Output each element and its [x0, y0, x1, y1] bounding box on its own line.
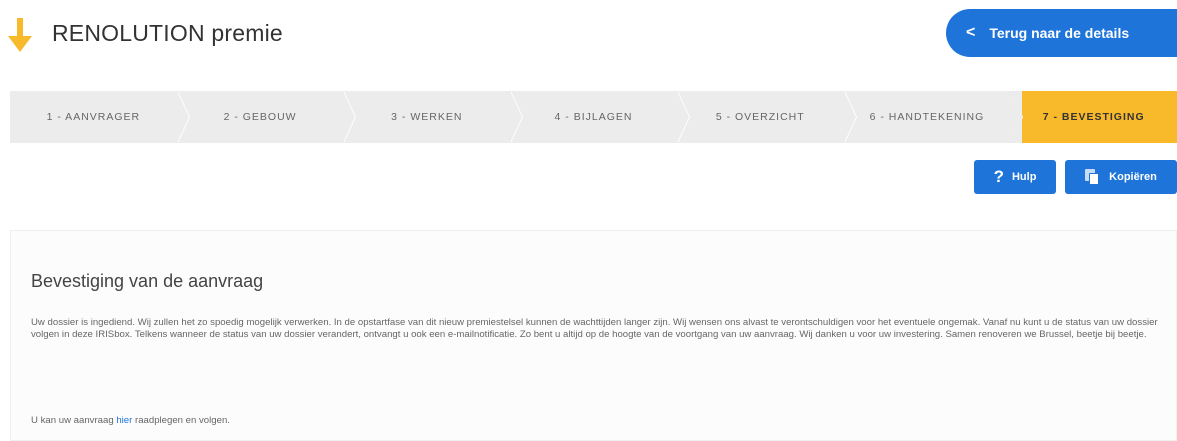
copy-label: Kopiëren: [1109, 171, 1157, 183]
step-label: 4 - BIJLAGEN: [554, 111, 633, 123]
footer-text: U kan uw aanvraag: [31, 415, 117, 426]
step-bevestiging[interactable]: 7 - BEVESTIGING: [1010, 91, 1177, 143]
view-application-link[interactable]: hier: [116, 415, 132, 426]
progress-stepper: 1 - AANVRAGER 2 - GEBOUW 3 - WERKEN 4 - …: [10, 91, 1177, 143]
step-gebouw[interactable]: 2 - GEBOUW: [177, 91, 357, 143]
page-header: RENOLUTION premie < Terug naar de detail…: [0, 0, 1177, 75]
step-label: 1 - AANVRAGER: [46, 111, 141, 123]
step-label: 6 - HANDTEKENING: [869, 111, 985, 123]
step-overzicht[interactable]: 5 - OVERZICHT: [677, 91, 857, 143]
step-werken[interactable]: 3 - WERKEN: [343, 91, 523, 143]
step-divider: [1010, 91, 1023, 143]
step-handtekening[interactable]: 6 - HANDTEKENING: [844, 91, 1024, 143]
confirmation-footer: U kan uw aanvraag hier raadplegen en vol…: [31, 415, 1166, 427]
copy-button[interactable]: Kopiëren: [1065, 160, 1177, 194]
confirmation-card: Bevestiging van de aanvraag Uw dossier i…: [10, 230, 1177, 441]
chevron-left-icon: <: [966, 24, 976, 41]
back-button-label: Terug naar de details: [989, 25, 1130, 41]
back-to-details-button[interactable]: < Terug naar de details: [946, 9, 1177, 57]
arrow-down-icon: [8, 18, 32, 52]
step-label: 2 - GEBOUW: [223, 111, 297, 123]
footer-text: raadplegen en volgen.: [132, 415, 230, 426]
step-aanvrager[interactable]: 1 - AANVRAGER: [10, 91, 190, 143]
step-label: 3 - WERKEN: [391, 111, 463, 123]
confirmation-body: Uw dossier is ingediend. Wij zullen het …: [31, 317, 1158, 341]
step-label: 5 - OVERZICHT: [715, 111, 805, 123]
question-mark-icon: ?: [993, 167, 1004, 186]
copy-icon: [1085, 169, 1100, 185]
confirmation-heading: Bevestiging van de aanvraag: [31, 271, 264, 291]
step-bijlagen[interactable]: 4 - BIJLAGEN: [510, 91, 690, 143]
page-title: RENOLUTION premie: [52, 20, 283, 46]
step-label: 7 - BEVESTIGING: [1042, 111, 1145, 123]
help-label: Hulp: [1011, 171, 1037, 183]
help-button[interactable]: ? Hulp: [974, 160, 1056, 194]
